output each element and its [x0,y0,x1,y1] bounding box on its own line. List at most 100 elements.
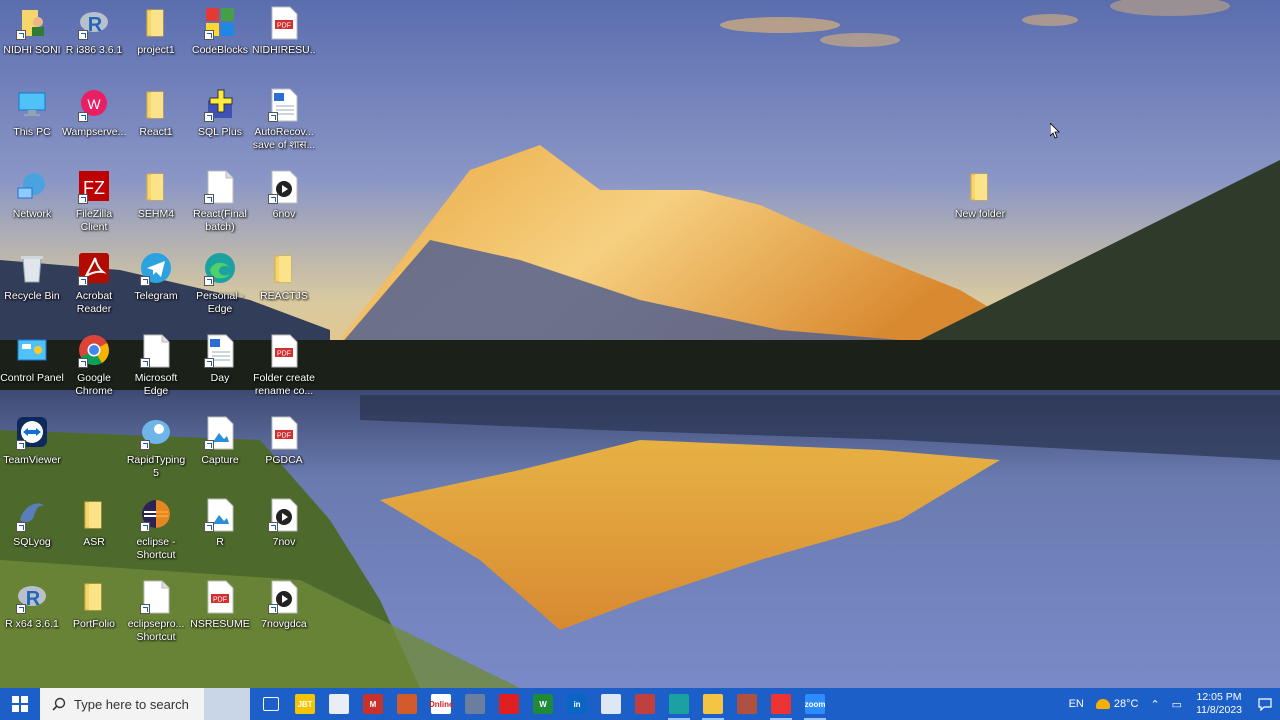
taskbar-button-edge-taskbar[interactable] [662,688,696,720]
taskbar-button-app3[interactable]: M [356,688,390,720]
edge-taskbar-icon [669,694,689,714]
desktop-icon-control-panel[interactable]: Control Panel [0,334,64,385]
search-highlight-image[interactable] [204,688,250,720]
language-indicator[interactable]: EN [1063,698,1090,710]
desktop-icon-personal-edge[interactable]: Personal - Edge [188,252,252,316]
weather-widget[interactable]: 28°C [1090,698,1145,710]
taskbar-button-app11[interactable] [628,688,662,720]
desktop-icon-rapidtyping-5[interactable]: RapidTyping 5 [124,416,188,480]
app4-icon [397,694,417,714]
desktop-icon-sehm4[interactable]: SEHM4 [124,170,188,221]
desktop-icon-sqlyog[interactable]: SQLyog [0,498,64,549]
search-box[interactable]: Type here to search [40,688,250,720]
taskbar-button-task-view[interactable] [254,688,288,720]
desktop-icon-autorecov-save-of[interactable]: AutoRecov... save of शास... [252,88,316,152]
image-icon [204,498,236,532]
shortcut-arrow-icon [140,276,150,286]
shortcut-arrow-icon [78,358,88,368]
desktop-icon-microsoft-edge[interactable]: Microsoft Edge [124,334,188,398]
desktop-icon-eclipse-shortcut[interactable]: eclipse - Shortcut [124,498,188,562]
desktop-icon-reactjs[interactable]: REACTJS [252,252,316,303]
taskbar-button-app2[interactable] [322,688,356,720]
desktop-icon-portfolio[interactable]: PortFolio [62,580,126,631]
taskbar-apps: JBT M Online Win zoom [254,688,832,720]
folder-icon [964,170,996,204]
shortcut-arrow-icon [78,30,88,40]
desktop-icon-label: PGDCA [265,454,303,466]
desktop-icon-pgdca[interactable]: PDF PGDCA [252,416,316,467]
shortcut-arrow-icon [78,276,88,286]
desktop-icon-filezilla-client[interactable]: FZ FileZilla Client [62,170,126,234]
wamp-icon: W [78,88,110,122]
desktop-icon-project1[interactable]: project1 [124,6,188,57]
taskbar-button-app14[interactable] [730,688,764,720]
desktop-icon-acrobat-reader[interactable]: Acrobat Reader [62,252,126,316]
desktop-icon-r-x64-3-6-1[interactable]: R R x64 3.6.1 [0,580,64,631]
taskbar-button-zoom[interactable]: zoom [798,688,832,720]
taskbar-button-linkedin[interactable]: in [560,688,594,720]
taskbar-button-online-app[interactable]: Online [424,688,458,720]
shortcut-arrow-icon [140,358,150,368]
start-button[interactable] [0,688,40,720]
desktop-icon-sql-plus[interactable]: SQL Plus [188,88,252,139]
desktop-icon-asr[interactable]: ASR [62,498,126,549]
sqlyog-icon [16,498,48,532]
desktop-icon-new-folder[interactable]: New folder [948,170,1012,221]
desktop-icon-nsresume[interactable]: PDF NSRESUME [188,580,252,631]
control-panel-icon [16,334,48,368]
file-icon [204,170,236,204]
desktop-icon-react1[interactable]: React1 [124,88,188,139]
app2-icon [329,694,349,714]
linkedin-icon: in [567,694,587,714]
network-tray-icon[interactable]: ▭ [1166,698,1188,711]
clock[interactable]: 12:05 PM 11/8/2023 [1188,691,1250,717]
chevron-up-icon[interactable]: ⌃ [1144,698,1165,711]
desktop-icon-r[interactable]: R [188,498,252,549]
desktop-icon-telegram[interactable]: Telegram [124,252,188,303]
taskbar-button-app4[interactable] [390,688,424,720]
taskbar-button-jbt-app[interactable]: JBT [288,688,322,720]
desktop-icon-7nov[interactable]: 7nov [252,498,316,549]
desktop-icon-folder-create-rename-co[interactable]: PDF Folder create rename co... [252,334,316,398]
desktop-icon-teamviewer[interactable]: TeamViewer [0,416,64,467]
app7-icon [499,694,519,714]
svg-text:PDF: PDF [277,433,291,440]
desktop-icon-codeblocks[interactable]: CodeBlocks [188,6,252,57]
desktop-icon-label: ASR [83,536,105,548]
desktop-icon-label: PortFolio [72,618,115,630]
file-icon [140,580,172,614]
taskbar-button-app8[interactable]: W [526,688,560,720]
desktop-icon-network[interactable]: Network [0,170,64,221]
taskbar-button-file-explorer[interactable] [696,688,730,720]
desktop-icon-nidhiresu[interactable]: PDF NIDHIRESU... [252,6,316,57]
file-icon [140,334,172,368]
system-tray: EN 28°C ⌃ ▭ 12:05 PM 11/8/2023 [1063,688,1280,720]
desktop-icon-day[interactable]: Day [188,334,252,385]
desktop-icon-recycle-bin[interactable]: Recycle Bin [0,252,64,303]
desktop-icon-nidhi-soni[interactable]: NIDHI SONI [0,6,64,57]
app3-icon: M [363,694,383,714]
pc-icon [16,88,48,122]
desktop-icon-r-i386-3-6-1[interactable]: R R i386 3.6.1 [62,6,126,57]
desktop-icon-google-chrome[interactable]: Google Chrome [62,334,126,398]
desktop-icon-eclipsepro-shortcut[interactable]: eclipsepro... Shortcut [124,580,188,644]
notifications-button[interactable] [1250,688,1280,720]
desktop-icon-label: Recycle Bin [4,290,60,302]
taskbar-button-app6[interactable] [458,688,492,720]
desktop-icon-this-pc[interactable]: This PC [0,88,64,139]
desktop-icon-label: R [216,536,224,548]
taskbar-button-app7[interactable] [492,688,526,720]
desktop-icon-react-final-batch[interactable]: React(Final batch) [188,170,252,234]
taskbar-button-acrobat-taskbar[interactable] [764,688,798,720]
desktop-icon-wampserve[interactable]: W Wampserve... [62,88,126,139]
desktop-icon-capture[interactable]: Capture [188,416,252,467]
desktop-icon-6nov[interactable]: 6nov [252,170,316,221]
desktop-icon-7novgdca[interactable]: 7novgdca [252,580,316,631]
desktop-icon-label: 7novgdca [261,618,307,630]
codeblocks-icon [204,6,236,40]
taskbar-button-app10[interactable] [594,688,628,720]
video-icon [268,580,300,614]
desktop-icon-label: RapidTyping 5 [126,454,186,479]
desktop-icon-label: R x64 3.6.1 [5,618,59,630]
file-explorer-icon [703,694,723,714]
